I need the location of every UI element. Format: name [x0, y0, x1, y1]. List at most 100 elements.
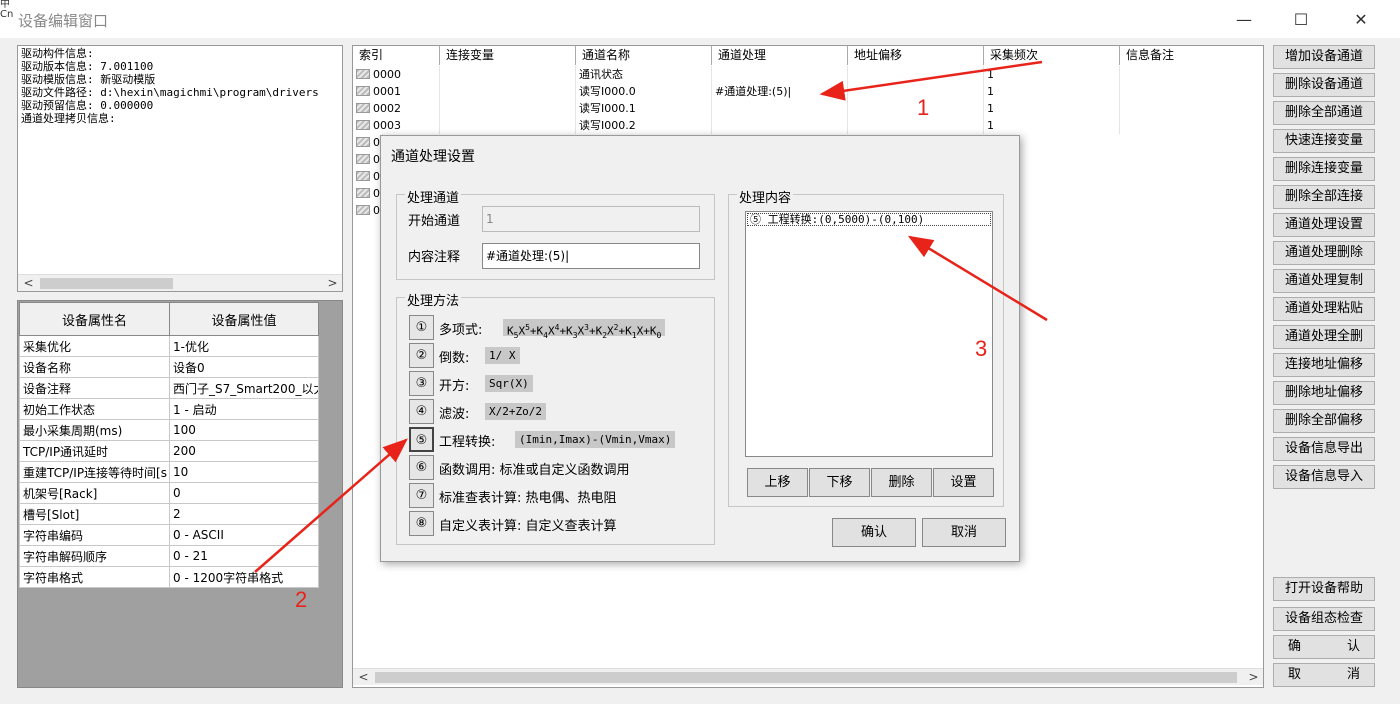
prop-value-cell[interactable]: 0 - 21 — [169, 545, 319, 567]
minimize-button[interactable]: — — [1221, 0, 1267, 38]
prop-value-cell[interactable]: 0 — [169, 482, 319, 504]
method-button-7[interactable]: ⑦ — [409, 483, 434, 508]
channel-row-partial[interactable]: 0 — [353, 151, 383, 168]
method-button-8[interactable]: ⑧ — [409, 511, 434, 536]
channel-column-header[interactable]: 信息备注 — [1120, 46, 1263, 65]
prop-row[interactable]: 设备注释西门子_S7_Smart200_以太网 — [19, 377, 319, 399]
prop-value-cell[interactable]: 1 - 启动 — [169, 398, 319, 420]
prop-value-cell[interactable]: 200 — [169, 440, 319, 462]
prop-row[interactable]: 初始工作状态 1 - 启动 — [19, 398, 319, 420]
prop-value-cell[interactable]: 设备0 — [169, 356, 319, 378]
prop-row[interactable]: 机架号[Rack] 0 — [19, 482, 319, 504]
delete-button[interactable]: 删除 — [871, 468, 932, 497]
settings-button[interactable]: 设置 — [933, 468, 994, 497]
channel-index: 0000 — [373, 68, 401, 81]
scroll-right-icon[interactable]: > — [1245, 669, 1262, 686]
channel-cell-offset — [848, 83, 984, 100]
scroll-thumb[interactable] — [40, 278, 173, 289]
channel-column-header[interactable]: 采集频次 — [984, 46, 1120, 65]
driver-info-panel[interactable]: 驱动构件信息: 驱动版本信息: 7.001100 驱动模版信息: 新驱动模版 驱… — [17, 45, 343, 292]
prop-row[interactable]: 采集优化 1-优化 — [19, 335, 319, 357]
prop-row[interactable]: 字符串解码顺序 0 - 21 — [19, 545, 319, 567]
open-device-help-button[interactable]: 打开设备帮助 — [1273, 577, 1375, 601]
prop-row[interactable]: 重建TCP/IP连接等待时间[s 10 — [19, 461, 319, 483]
processing-content-item[interactable]: ⑤ 工程转换:(0,5000)-(0,100) — [747, 213, 991, 226]
scroll-thumb[interactable] — [375, 672, 1237, 683]
device-action-button[interactable]: 删除全部连接 — [1273, 185, 1375, 209]
channel-row[interactable]: 0000 通讯状态 1 — [353, 66, 1263, 83]
channel-column-header[interactable]: 连接变量 — [440, 46, 576, 65]
info-horizontal-scrollbar[interactable]: < > — [18, 274, 342, 291]
channel-row[interactable]: 0003 读写I000.2 1 — [353, 117, 1263, 134]
device-action-button[interactable]: 增加设备通道 — [1273, 45, 1375, 69]
channel-row-partial[interactable]: 0 — [353, 134, 383, 151]
channel-row-partial[interactable]: 0 — [353, 168, 383, 185]
maximize-button[interactable]: ☐ — [1278, 0, 1324, 38]
cancel-char-2: 消 — [1346, 667, 1360, 682]
channel-index: 0 — [373, 136, 380, 149]
method-button-6[interactable]: ⑥ — [409, 455, 434, 480]
prop-value-cell[interactable]: 2 — [169, 503, 319, 525]
dialog-ok-button[interactable]: 确认 — [832, 518, 916, 547]
channel-row[interactable]: 0002 读写I000.1 1 — [353, 100, 1263, 117]
prop-row[interactable]: TCP/IP通讯延时 200 — [19, 440, 319, 462]
prop-row[interactable]: 槽号[Slot] 2 — [19, 503, 319, 525]
device-action-button[interactable]: 通道处理设置 — [1273, 213, 1375, 237]
method-button-1[interactable]: ① — [409, 315, 434, 340]
prop-value-cell[interactable]: 0 - ASCII — [169, 524, 319, 546]
channel-row[interactable]: 0001 读写I000.0 #通道处理:(5)| 1 — [353, 83, 1263, 100]
device-action-button[interactable]: 通道处理粘贴 — [1273, 297, 1375, 321]
device-config-check-button[interactable]: 设备组态检查 — [1273, 607, 1375, 631]
device-action-button[interactable]: 删除全部偏移 — [1273, 409, 1375, 433]
method-button-2[interactable]: ② — [409, 343, 434, 368]
channel-horizontal-scrollbar[interactable]: < > — [353, 668, 1263, 685]
prop-value-cell[interactable]: 100 — [169, 419, 319, 441]
prop-value-cell[interactable]: 1-优化 — [169, 335, 319, 357]
method-formula-4: X/2+Zo/2 — [485, 403, 546, 420]
method-button-4[interactable]: ④ — [409, 399, 434, 424]
prop-row[interactable]: 字符串编码 0 - ASCII — [19, 524, 319, 546]
device-action-button[interactable]: 删除地址偏移 — [1273, 381, 1375, 405]
prop-value-header[interactable]: 设备属性值 — [169, 302, 319, 336]
scroll-right-icon[interactable]: > — [324, 275, 341, 291]
dialog-cancel-button[interactable]: 取消 — [922, 518, 1006, 547]
dialog-title: 通道处理设置 — [391, 149, 475, 165]
channel-column-header[interactable]: 通道处理 — [712, 46, 848, 65]
prop-row[interactable]: 最小采集周期(ms) 100 — [19, 419, 319, 441]
device-action-button[interactable]: 删除全部通道 — [1273, 101, 1375, 125]
start-channel-input[interactable]: 1 — [482, 206, 700, 232]
move-up-button[interactable]: 上移 — [747, 468, 808, 497]
channel-row-partial[interactable]: 0 — [353, 202, 383, 219]
cancel-button[interactable]: 取 消 — [1273, 663, 1375, 687]
move-down-button[interactable]: 下移 — [809, 468, 870, 497]
device-action-button[interactable]: 删除连接变量 — [1273, 157, 1375, 181]
content-comment-input[interactable]: #通道处理:(5)| — [482, 243, 700, 269]
prop-value-cell[interactable]: 0 - 1200字符串格式 — [169, 566, 319, 588]
device-action-button[interactable]: 通道处理删除 — [1273, 241, 1375, 265]
processing-content-list[interactable]: ⑤ 工程转换:(0,5000)-(0,100) — [745, 211, 993, 457]
close-button[interactable]: ✕ — [1338, 0, 1384, 38]
channel-column-header[interactable]: 地址偏移 — [848, 46, 984, 65]
prop-value-cell[interactable]: 西门子_S7_Smart200_以太网 — [169, 377, 319, 399]
prop-name-cell: 机架号[Rack] — [19, 482, 170, 504]
device-action-button[interactable]: 设备信息导出 — [1273, 437, 1375, 461]
device-action-button[interactable]: 设备信息导入 — [1273, 465, 1375, 489]
device-action-button[interactable]: 连接地址偏移 — [1273, 353, 1375, 377]
confirm-button[interactable]: 确 认 — [1273, 635, 1375, 659]
scroll-left-icon[interactable]: < — [355, 669, 372, 686]
prop-value-cell[interactable]: 10 — [169, 461, 319, 483]
device-action-button[interactable]: 通道处理全删 — [1273, 325, 1375, 349]
device-action-button[interactable]: 快速连接变量 — [1273, 129, 1375, 153]
channel-column-header[interactable]: 通道名称 — [576, 46, 712, 65]
device-action-button[interactable]: 删除设备通道 — [1273, 73, 1375, 97]
channel-column-header[interactable]: 索引 — [353, 46, 440, 65]
prop-row[interactable]: 字符串格式 0 - 1200字符串格式 — [19, 566, 319, 588]
prop-row[interactable]: 设备名称 设备0 — [19, 356, 319, 378]
method-button-5[interactable]: ⑤ — [409, 427, 434, 452]
method-button-3[interactable]: ③ — [409, 371, 434, 396]
channel-row-partial[interactable]: 0 — [353, 185, 383, 202]
prop-name-header[interactable]: 设备属性名 — [19, 302, 170, 336]
scroll-left-icon[interactable]: < — [20, 275, 37, 291]
confirm-char-1: 确 — [1288, 639, 1302, 654]
device-action-button[interactable]: 通道处理复制 — [1273, 269, 1375, 293]
